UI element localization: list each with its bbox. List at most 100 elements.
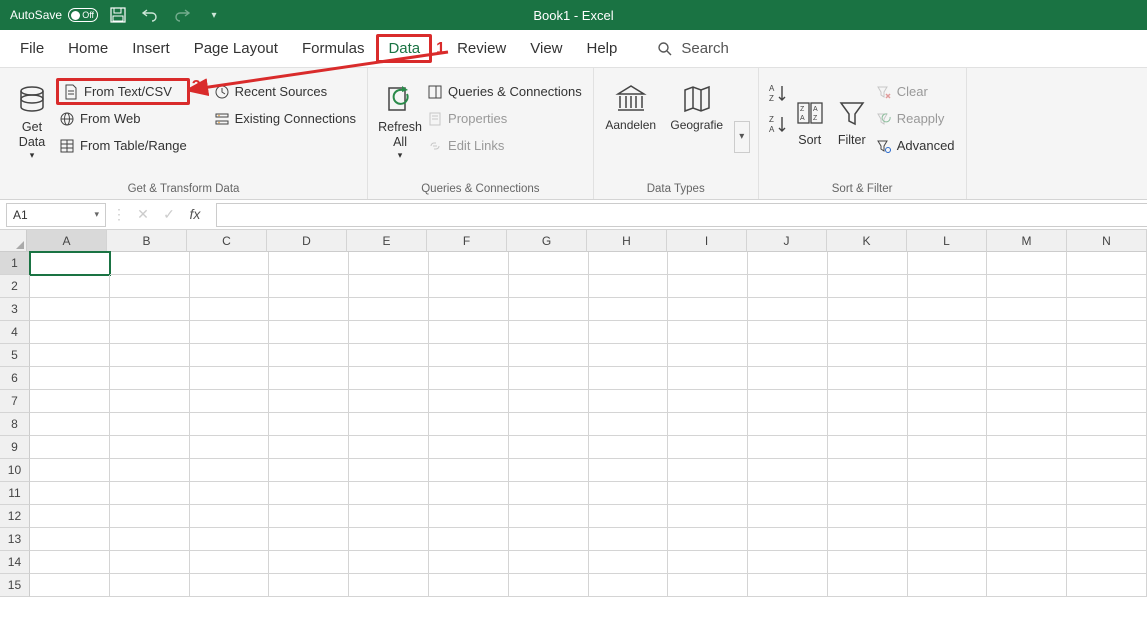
cell[interactable] [349, 321, 429, 344]
cell[interactable] [668, 436, 748, 459]
cell[interactable] [668, 367, 748, 390]
existing-connections-button[interactable]: Existing Connections [211, 105, 359, 132]
cell[interactable] [1067, 528, 1147, 551]
cell[interactable] [589, 505, 669, 528]
cell[interactable] [429, 482, 509, 505]
cell[interactable] [509, 551, 589, 574]
cell[interactable] [269, 528, 349, 551]
stocks-data-type-button[interactable]: Aandelen [602, 82, 660, 132]
cell[interactable] [269, 298, 349, 321]
cell[interactable] [349, 505, 429, 528]
from-table-range-button[interactable]: From Table/Range [56, 132, 190, 159]
get-data-button[interactable]: Get Data ▾ [8, 72, 56, 172]
cell[interactable] [908, 528, 988, 551]
cell[interactable] [349, 275, 429, 298]
cell[interactable] [349, 367, 429, 390]
row-header[interactable]: 4 [0, 321, 30, 344]
cell[interactable] [110, 459, 190, 482]
cell[interactable] [987, 482, 1067, 505]
search-box[interactable]: Search [657, 40, 729, 57]
cell[interactable] [828, 252, 908, 275]
from-web-button[interactable]: From Web [56, 105, 190, 132]
cell[interactable] [110, 298, 190, 321]
column-header[interactable]: E [347, 230, 427, 252]
cell[interactable] [110, 275, 190, 298]
row-header[interactable]: 10 [0, 459, 30, 482]
cell[interactable] [589, 321, 669, 344]
cell[interactable] [190, 528, 270, 551]
properties-button[interactable]: Properties [424, 105, 585, 132]
cell[interactable] [429, 436, 509, 459]
cell[interactable] [828, 574, 908, 597]
cell[interactable] [1067, 436, 1147, 459]
cell[interactable] [828, 482, 908, 505]
cell[interactable] [748, 298, 828, 321]
name-box[interactable]: A1 ▾ [6, 203, 106, 227]
cell[interactable] [828, 298, 908, 321]
cell[interactable] [589, 413, 669, 436]
cell[interactable] [987, 298, 1067, 321]
cell[interactable] [349, 344, 429, 367]
cell[interactable] [30, 321, 110, 344]
cell[interactable] [748, 528, 828, 551]
cell[interactable] [908, 367, 988, 390]
cell[interactable] [269, 367, 349, 390]
cell[interactable] [668, 390, 748, 413]
cell[interactable] [509, 252, 589, 275]
cell[interactable] [429, 298, 509, 321]
cell[interactable] [429, 367, 509, 390]
cell[interactable] [30, 275, 110, 298]
cell[interactable] [190, 436, 270, 459]
cell[interactable] [190, 321, 270, 344]
cell[interactable] [509, 413, 589, 436]
row-header[interactable]: 6 [0, 367, 30, 390]
cell[interactable] [828, 321, 908, 344]
cell[interactable] [589, 436, 669, 459]
column-header[interactable]: N [1067, 230, 1147, 252]
cell[interactable] [269, 505, 349, 528]
column-header[interactable]: C [187, 230, 267, 252]
cell[interactable] [668, 505, 748, 528]
queries-connections-button[interactable]: Queries & Connections [424, 78, 585, 105]
cell[interactable] [589, 551, 669, 574]
cell[interactable] [30, 551, 110, 574]
cell[interactable] [1067, 367, 1147, 390]
cell[interactable] [748, 344, 828, 367]
undo-icon[interactable] [138, 3, 162, 27]
cell[interactable] [908, 551, 988, 574]
cell[interactable] [987, 574, 1067, 597]
cell[interactable] [30, 367, 110, 390]
cell[interactable] [589, 275, 669, 298]
cell[interactable] [30, 436, 110, 459]
sort-desc-button[interactable]: ZA [767, 113, 789, 138]
row-header[interactable]: 5 [0, 344, 30, 367]
cell[interactable] [668, 413, 748, 436]
cell[interactable] [908, 505, 988, 528]
cell[interactable] [987, 413, 1067, 436]
cell[interactable] [828, 413, 908, 436]
cell[interactable] [748, 367, 828, 390]
cell[interactable] [908, 252, 988, 275]
cell[interactable] [349, 528, 429, 551]
save-icon[interactable] [106, 3, 130, 27]
cell[interactable] [987, 505, 1067, 528]
cell[interactable] [1067, 298, 1147, 321]
column-header[interactable]: A [27, 230, 107, 252]
cell[interactable] [269, 344, 349, 367]
clear-filter-button[interactable]: Clear [873, 78, 958, 105]
cell[interactable] [269, 252, 349, 275]
cell[interactable] [110, 390, 190, 413]
reapply-button[interactable]: Reapply [873, 105, 958, 132]
cell[interactable] [828, 436, 908, 459]
cell[interactable] [30, 252, 110, 275]
cell[interactable] [429, 574, 509, 597]
column-header[interactable]: K [827, 230, 907, 252]
cell[interactable] [429, 413, 509, 436]
column-header[interactable]: B [107, 230, 187, 252]
cell[interactable] [30, 574, 110, 597]
row-header[interactable]: 11 [0, 482, 30, 505]
cell[interactable] [429, 275, 509, 298]
cell[interactable] [110, 321, 190, 344]
cell[interactable] [589, 344, 669, 367]
cell[interactable] [30, 528, 110, 551]
